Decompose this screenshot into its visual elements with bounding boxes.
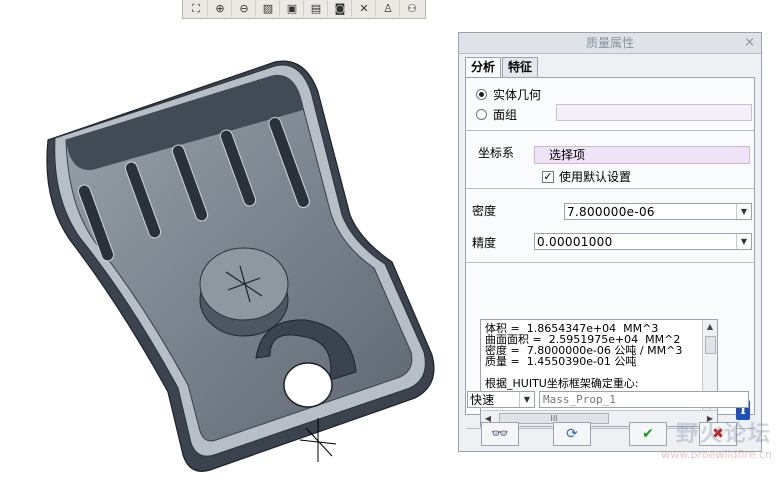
checkmark-icon: ✔: [642, 426, 654, 442]
tab-features[interactable]: 特征: [502, 57, 539, 77]
scroll-up-icon[interactable]: ▲: [703, 320, 717, 332]
vertical-scroll-thumb[interactable]: [705, 336, 716, 354]
analysis-panel: 实体几何 面组 坐标系 选择项 ✓ 使用默认设置 密度 7.800000e-06…: [465, 77, 755, 429]
dialog-tabs: 分析 特征: [465, 57, 539, 78]
results-text: 体积 = 1.8654347e+04 MM^3 曲面面积 = 2.5951975e…: [485, 323, 682, 389]
repeat-icon: ⟳: [566, 426, 578, 442]
radio-button[interactable]: [476, 109, 487, 120]
forum-watermark: 野火论坛 www.proewildfire.cn: [661, 416, 772, 461]
chevron-down-icon[interactable]: ▼: [519, 392, 534, 407]
density-value: 7.800000e-06: [567, 204, 655, 219]
use-default-checkbox[interactable]: ✓: [542, 170, 554, 183]
mass-properties-dialog: 质量属性 × 分析 特征 实体几何 面组 坐标系 选择项 ✓ 使用默认设置 密度…: [458, 32, 762, 452]
close-icon[interactable]: ×: [744, 33, 755, 53]
radio-quilt[interactable]: 面组: [476, 106, 517, 123]
dialog-title: 质量属性: [585, 36, 634, 50]
radio-button-selected[interactable]: [476, 89, 487, 100]
part-model[interactable]: [0, 0, 455, 480]
analysis-name-input[interactable]: Mass_Prop_1: [539, 391, 749, 408]
radio-solid-geometry[interactable]: 实体几何: [476, 86, 541, 103]
compute-mode-value: 快速: [470, 393, 495, 407]
radio-quilt-label: 面组: [493, 108, 518, 122]
chevron-down-icon[interactable]: ▼: [736, 234, 751, 249]
preview-button[interactable]: 👓: [481, 422, 519, 446]
accuracy-value: 0.00001000: [537, 234, 613, 249]
tab-analysis[interactable]: 分析: [465, 57, 502, 78]
csys-label: 坐标系: [478, 146, 515, 160]
accuracy-combo[interactable]: 0.00001000 ▼: [534, 233, 752, 250]
density-combo[interactable]: 7.800000e-06 ▼: [564, 203, 752, 220]
density-label: 密度: [472, 204, 497, 218]
use-default-option[interactable]: ✓ 使用默认设置: [542, 168, 631, 185]
watermark-url: www.proewildfire.cn: [661, 448, 772, 461]
accuracy-label: 精度: [472, 236, 497, 250]
results-line: 根据_HUITU坐标框架确定重心:: [485, 377, 639, 390]
use-default-label: 使用默认设置: [559, 170, 632, 184]
dialog-titlebar[interactable]: 质量属性 ×: [459, 33, 761, 54]
glasses-icon: 👓: [491, 426, 509, 442]
radio-solid-label: 实体几何: [493, 88, 542, 102]
repeat-button[interactable]: ⟳: [553, 422, 591, 446]
csys-selector-field[interactable]: 选择项: [534, 146, 750, 164]
results-line: 质量 = 1.4550390e-01 公吨: [485, 355, 637, 368]
quilt-selector-field[interactable]: [556, 104, 752, 121]
chevron-down-icon[interactable]: ▼: [736, 204, 751, 219]
compute-mode-combo[interactable]: 快速 ▼: [467, 391, 535, 408]
model-viewport[interactable]: ⛶ ⊕ ⊖ ▨ ▣ ▤ ◙ ✕ ♙ ⚇: [0, 0, 455, 480]
watermark-title: 野火论坛: [675, 422, 772, 447]
results-textbox[interactable]: 体积 = 1.8654347e+04 MM^3 曲面面积 = 2.5951975e…: [480, 319, 718, 427]
